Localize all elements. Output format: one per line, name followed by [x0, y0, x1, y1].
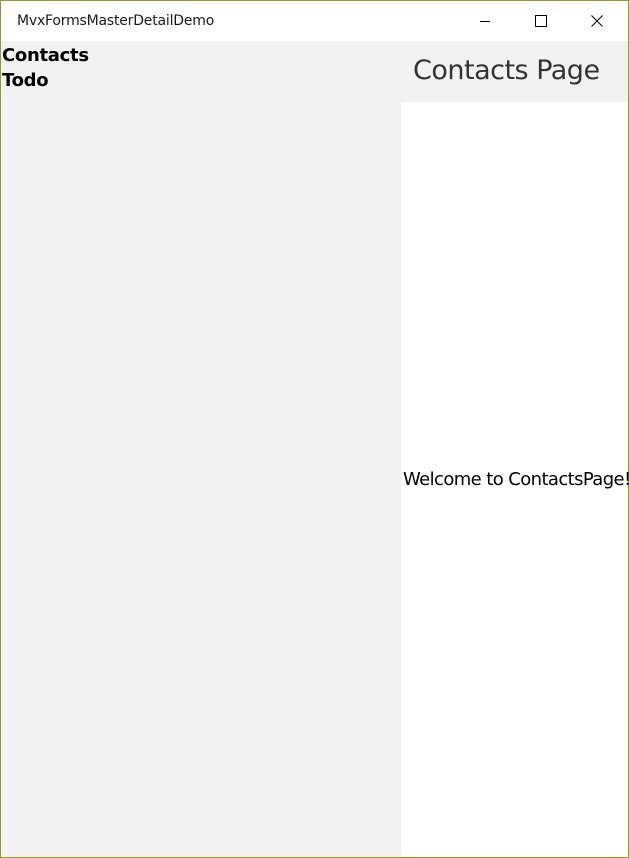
detail-pane: Contacts Page Welcome to ContactsPage! — [401, 41, 629, 857]
page-title: Contacts Page — [413, 55, 600, 86]
window-title: MvxFormsMasterDetailDemo — [17, 13, 215, 29]
maximize-icon — [535, 15, 547, 27]
master-pane: Contacts Todo — [1, 41, 401, 857]
menu-item-contacts[interactable]: Contacts — [2, 45, 89, 66]
maximize-button[interactable] — [518, 1, 564, 41]
close-icon — [591, 15, 603, 27]
menu-item-todo[interactable]: Todo — [2, 70, 49, 91]
detail-header: Contacts Page — [401, 41, 628, 102]
minimize-icon — [479, 15, 491, 27]
minimize-button[interactable] — [462, 1, 508, 41]
close-button[interactable] — [574, 1, 620, 41]
app-window: MvxFormsMasterDetailDemo Contacts Todo C… — [0, 0, 629, 858]
title-bar[interactable]: MvxFormsMasterDetailDemo — [1, 1, 628, 41]
welcome-label: Welcome to ContactsPage! — [403, 469, 629, 490]
